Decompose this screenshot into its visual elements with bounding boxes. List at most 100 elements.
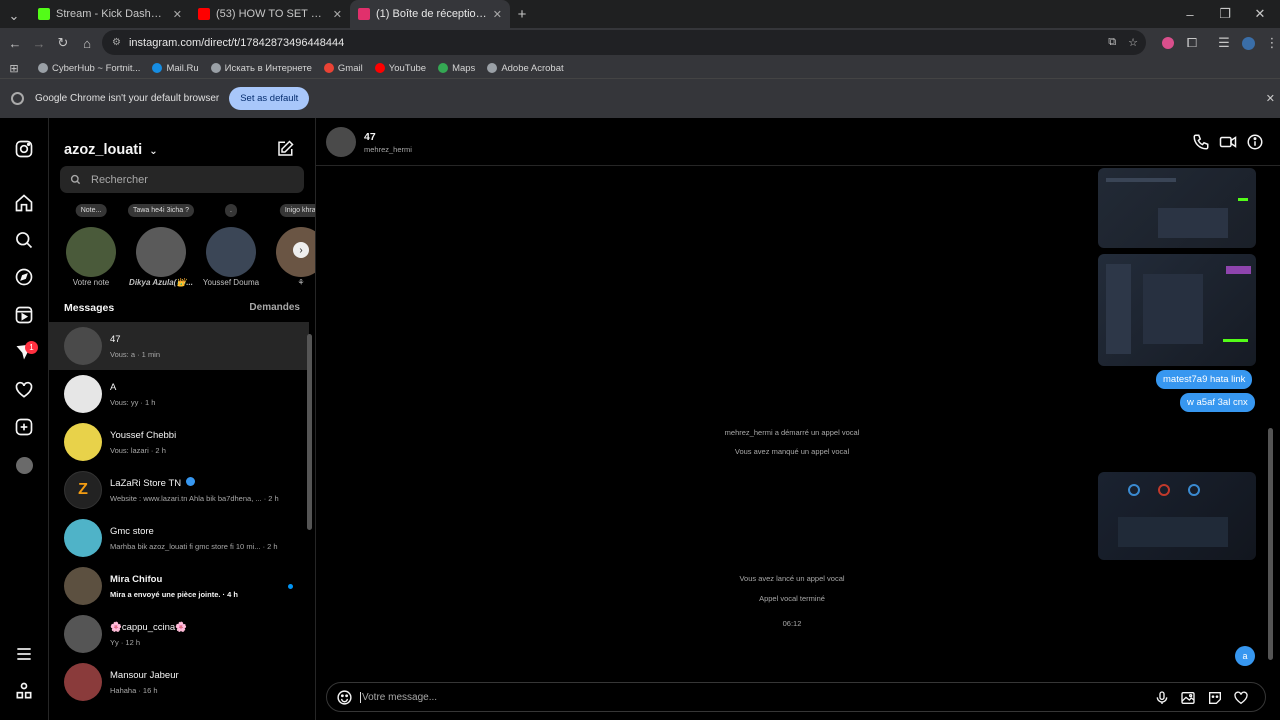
shared-image[interactable]	[1098, 254, 1256, 366]
requests-link[interactable]: Demandes	[249, 302, 300, 314]
minimize-icon[interactable]: –	[1170, 2, 1210, 26]
heart-icon[interactable]	[14, 380, 34, 400]
extensions-puzzle-icon[interactable]: ⧠	[1180, 31, 1204, 55]
conversation-preview: Vous: lazari · 2 h	[110, 445, 166, 455]
message-bubble[interactable]: matest7a9 hata link	[1156, 370, 1253, 389]
infobar-close-icon[interactable]: ✕	[1266, 92, 1275, 105]
image-detail	[1188, 484, 1200, 496]
site-info-icon[interactable]: ⚙	[112, 37, 121, 48]
address-bar[interactable]: ⚙ instagram.com/direct/t/178428734964484…	[102, 30, 1146, 55]
forward-icon[interactable]: →	[27, 31, 51, 55]
panel-scrollbar[interactable]	[307, 334, 312, 530]
profile-avatar[interactable]	[16, 457, 33, 474]
profile-avatar-icon[interactable]	[1236, 31, 1260, 55]
shared-image[interactable]	[1098, 168, 1256, 248]
info-icon[interactable]	[1246, 133, 1264, 151]
conversation-preview: Mira a envoyé une pièce jointe. · 4 h	[110, 589, 238, 599]
account-switcher[interactable]: azoz_louati ⌄	[64, 142, 158, 158]
create-plus-icon[interactable]	[14, 417, 34, 437]
reading-list-icon[interactable]: ☰	[1212, 31, 1236, 55]
explore-compass-icon[interactable]	[14, 267, 34, 287]
instagram-favicon-icon	[358, 8, 370, 20]
conversation-avatar	[64, 663, 102, 701]
instagram-app: 1 azoz_louati ⌄ Rechercher Note... Votre…	[0, 118, 1280, 720]
search-icon[interactable]	[14, 230, 34, 250]
shared-image[interactable]	[1098, 472, 1256, 560]
conversation-avatar	[64, 327, 102, 365]
conversation-preview: Website : www.lazari.tn Ahla bik ba7dhen…	[110, 494, 279, 503]
notes-next-arrow-icon[interactable]: ›	[293, 242, 309, 258]
browser-toolbar: ← → ↻ ⌂ ⚙ instagram.com/direct/t/1784287…	[0, 28, 1280, 58]
conversation-item[interactable]: Mira Chifou Mira a envoyé une pièce joint…	[49, 562, 309, 610]
seen-avatar: a	[1235, 646, 1255, 666]
extension-icon[interactable]	[1156, 31, 1180, 55]
chrome-menu-icon[interactable]: ⋮	[1260, 31, 1280, 55]
reels-icon[interactable]	[14, 305, 34, 325]
apps-icon[interactable]	[14, 681, 34, 701]
bookmark-label: Maps	[452, 62, 476, 74]
inbox-panel: azoz_louati ⌄ Rechercher Note... Votre n…	[49, 118, 316, 720]
close-icon[interactable]: ✕	[173, 8, 182, 21]
back-icon[interactable]: ←	[3, 31, 27, 55]
heart-icon[interactable]	[1233, 690, 1249, 706]
sticker-icon[interactable]	[1207, 690, 1223, 706]
close-icon[interactable]: ✕	[333, 8, 342, 21]
tab-kick[interactable]: Stream - Kick Dashboard ✕	[30, 0, 190, 28]
emoji-icon[interactable]	[336, 689, 353, 706]
bookmark-maps[interactable]: Maps	[438, 63, 475, 74]
note-name: Dikya Azula(👑...	[129, 278, 193, 287]
message-bubble[interactable]: w a5af 3al cnx	[1180, 393, 1255, 412]
search-input[interactable]: Rechercher	[60, 166, 304, 193]
bookmark-star-icon[interactable]: ☆	[1128, 36, 1138, 49]
home-icon[interactable]	[14, 193, 34, 213]
note-name: ⚘	[297, 278, 305, 287]
bookmark-mailru[interactable]: Mail.Ru	[152, 63, 199, 74]
note-bubble: .	[225, 204, 237, 217]
globe-icon	[210, 63, 221, 73]
home-icon[interactable]: ⌂	[75, 31, 99, 55]
chat-name[interactable]: 47	[364, 131, 376, 143]
conversation-item[interactable]: A Vous: yy · 1 h	[49, 370, 309, 418]
tab-youtube[interactable]: (53) HOW TO SET UP ALERTS IN ✕	[190, 0, 350, 28]
bookmark-acrobat[interactable]: Adobe Acrobat	[487, 63, 564, 74]
bookmark-gmail[interactable]: Gmail	[323, 62, 363, 74]
close-icon[interactable]: ✕	[493, 8, 502, 21]
set-default-button[interactable]: Set as default	[229, 87, 310, 110]
message-composer[interactable]: Votre message...	[326, 682, 1266, 712]
conversation-item[interactable]: Gmc store Marhba bik azoz_louati fi gmc s…	[49, 514, 309, 562]
bookmark-youtube[interactable]: YouTube	[374, 63, 426, 74]
youtube-icon	[374, 63, 385, 73]
bookmark-cyberhub[interactable]: CyberHub ~ Fortnit...	[38, 63, 140, 74]
bookmark-search[interactable]: Искать в Интернете	[210, 63, 312, 74]
image-detail	[1238, 198, 1248, 201]
bookmarks-bar: ⊞ CyberHub ~ Fortnit... Mail.Ru Искать в…	[0, 58, 1280, 78]
microphone-icon[interactable]	[1154, 690, 1170, 706]
window-close-icon[interactable]: ✕	[1240, 2, 1280, 26]
conversation-item[interactable]: 🌸cappu_ccina🌸 Yy · 12 h	[49, 610, 309, 658]
new-message-icon[interactable]	[276, 140, 294, 158]
conversation-name: Mira Chifou	[110, 573, 163, 585]
instagram-logo-icon[interactable]	[14, 139, 34, 159]
chat-scrollbar[interactable]	[1268, 428, 1273, 660]
conversation-item[interactable]: Mansour Jabeur Hahaha · 16 h	[49, 658, 309, 706]
new-tab-icon[interactable]: +	[510, 2, 534, 26]
message-input-placeholder[interactable]: Votre message...	[360, 691, 437, 703]
image-upload-icon[interactable]	[1180, 690, 1196, 706]
conversation-item[interactable]: Z LaZaRi Store TN Website : www.lazari.t…	[49, 466, 309, 514]
tab-search-icon[interactable]: ⌄	[2, 4, 26, 28]
browser-tab-strip: ⌄ Stream - Kick Dashboard ✕ (53) HOW TO …	[0, 0, 1280, 28]
search-icon	[70, 174, 81, 185]
bookmark-label: Gmail	[337, 62, 363, 74]
gmail-icon	[323, 63, 334, 73]
reload-icon[interactable]: ↻	[51, 31, 75, 55]
video-call-icon[interactable]	[1219, 133, 1237, 151]
chat-avatar[interactable]	[326, 127, 356, 157]
conversation-item[interactable]: Youssef Chebbi Vous: lazari · 2 h	[49, 418, 309, 466]
apps-grid-icon[interactable]: ⊞	[2, 56, 26, 80]
menu-hamburger-icon[interactable]	[14, 644, 34, 664]
maximize-icon[interactable]: ❐	[1210, 2, 1240, 26]
install-app-icon[interactable]: ⧉	[1108, 36, 1116, 49]
conversation-item[interactable]: 47 Vous: a · 1 min	[49, 322, 309, 370]
tab-instagram[interactable]: (1) Boîte de réception • Direct ✕	[350, 0, 510, 28]
phone-call-icon[interactable]	[1192, 133, 1210, 151]
